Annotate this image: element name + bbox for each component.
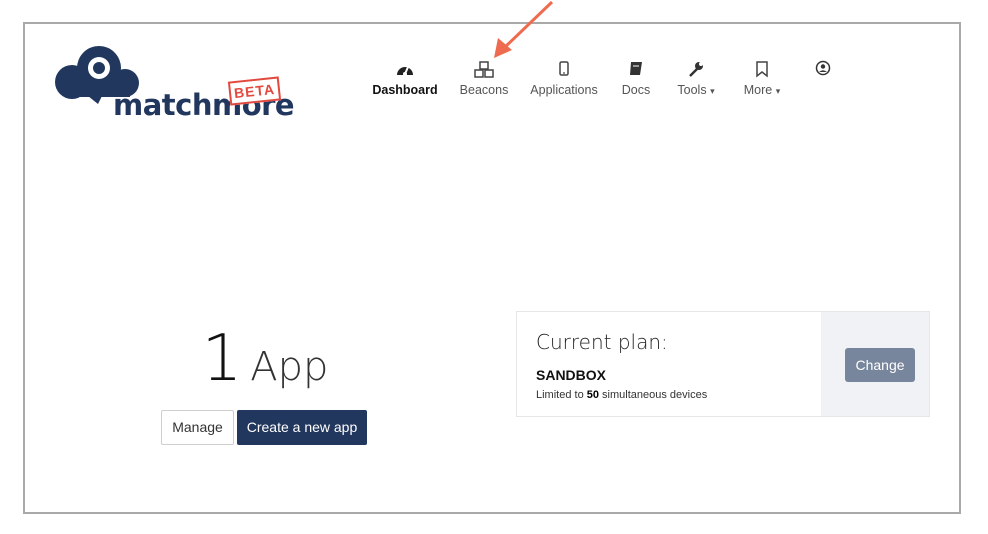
plan-limit: Limited to 50 simultaneous devices [536,389,707,401]
nav-label: Tools [677,83,707,97]
nav-label: Beacons [459,83,509,97]
nav-more[interactable]: More ▾ [740,60,784,97]
manage-button[interactable]: Manage [161,410,234,445]
plan-side-panel: Change [821,312,929,416]
plan-title: Current plan: [536,330,668,354]
chevron-down-icon: ▾ [710,86,715,96]
nav-label: More [743,83,773,97]
create-app-button[interactable]: Create a new app [237,410,367,445]
wrench-icon [673,60,719,82]
annotation-arrow [494,0,554,58]
cubes-icon [456,60,512,82]
nav-tools[interactable]: Tools ▾ [673,60,719,97]
mobile-icon [528,60,600,82]
nav-label: Dashboard [372,83,438,97]
nav-label: Docs [621,83,651,97]
plan-limit-value: 50 [586,389,599,401]
nav-label: Applications [530,83,598,97]
app-count-number: 1 [201,322,243,396]
user-circle-icon [812,60,834,82]
change-plan-button[interactable]: Change [845,348,915,382]
plan-limit-prefix: Limited to [536,389,587,401]
bookmark-icon [740,60,784,82]
plan-limit-suffix: simultaneous devices [599,389,708,401]
nav-docs[interactable]: Docs [620,60,652,97]
plan-name: SANDBOX [536,367,607,383]
plan-card: Current plan: SANDBOX Limited to 50 simu… [516,311,930,417]
nav-dashboard[interactable]: Dashboard [372,60,438,97]
book-icon [620,60,652,82]
chevron-down-icon: ▾ [775,86,781,96]
app-count: 1 App [160,322,370,396]
app-count-unit: App [250,344,329,390]
nav-applications[interactable]: Applications [528,60,600,97]
user-menu[interactable] [812,60,834,82]
dashboard-gauge-icon [372,60,438,82]
nav-beacons[interactable]: Beacons [456,60,512,97]
